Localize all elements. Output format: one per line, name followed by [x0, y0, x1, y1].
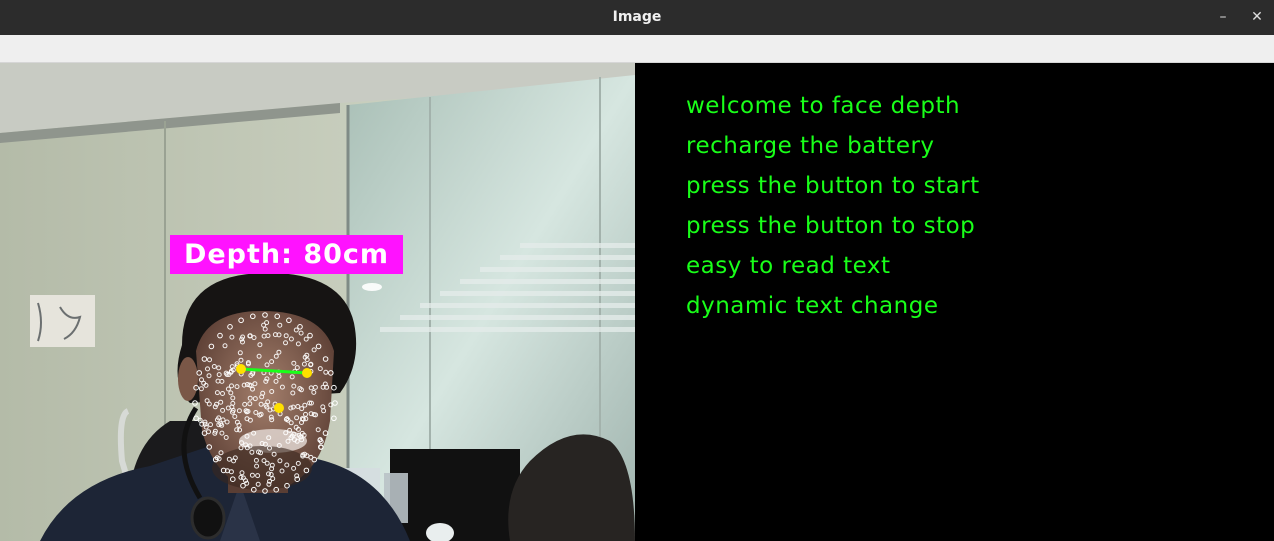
close-icon[interactable]: ✕ — [1240, 0, 1274, 35]
toolbar — [0, 35, 1274, 63]
info-line-dynamic: dynamic text change — [686, 293, 939, 319]
info-panel: welcome to face depth recharge the batte… — [635, 63, 1274, 541]
depth-label: Depth: 80cm — [170, 235, 403, 274]
nose-keypoint — [274, 403, 284, 413]
camera-scene — [0, 63, 635, 541]
left-eye-keypoint — [236, 364, 246, 374]
minimize-icon[interactable]: – — [1206, 0, 1240, 35]
window-title: Image — [612, 9, 662, 25]
image-content: Depth: 80cm welcome to face depth rechar… — [0, 63, 1274, 541]
info-line-start: press the button to start — [686, 173, 980, 199]
window-titlebar[interactable]: Image – ✕ — [0, 0, 1274, 35]
info-line-readable: easy to read text — [686, 253, 891, 279]
info-line-welcome: welcome to face depth — [686, 93, 961, 119]
camera-feed: Depth: 80cm — [0, 63, 635, 541]
right-eye-keypoint — [302, 368, 312, 378]
info-line-stop: press the button to stop — [686, 213, 976, 239]
info-line-recharge: recharge the battery — [686, 133, 935, 159]
